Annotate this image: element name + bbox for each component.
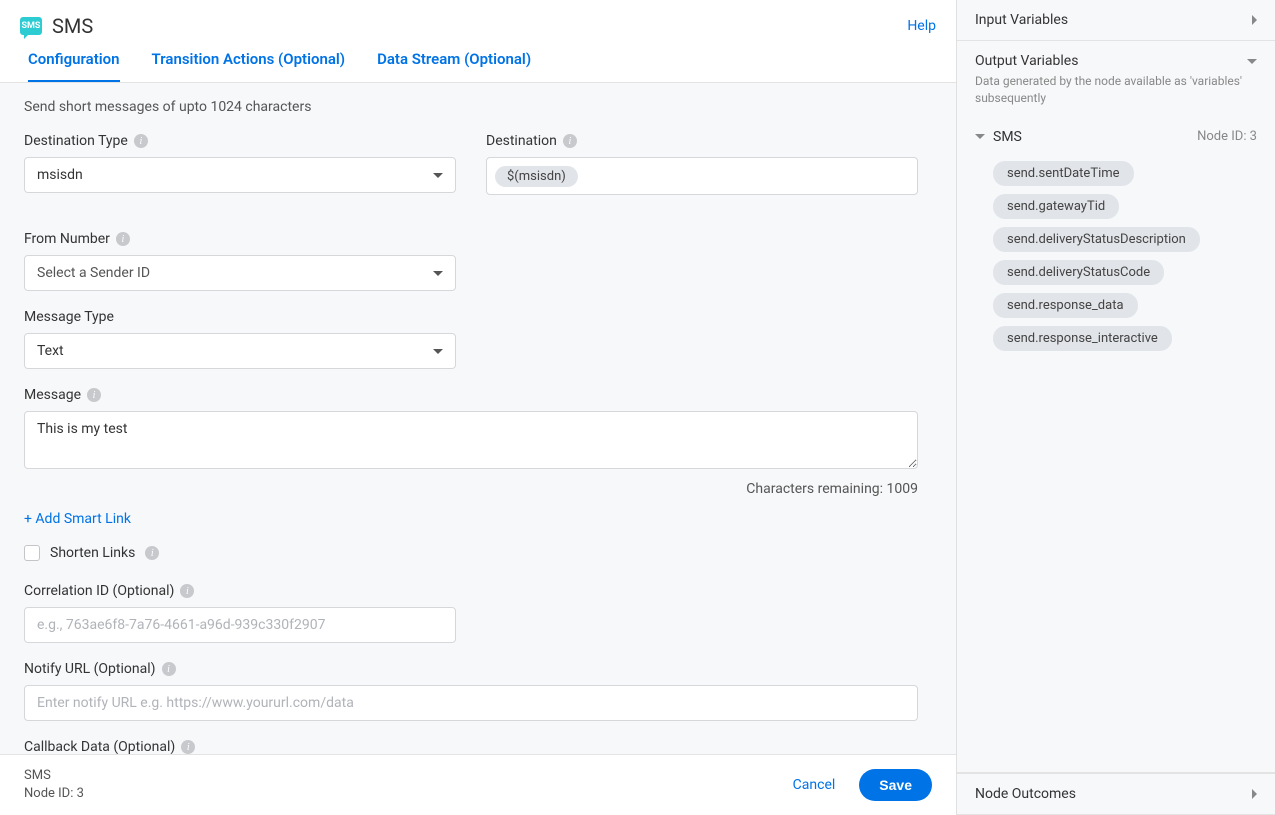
add-smart-link[interactable]: + Add Smart Link bbox=[24, 511, 131, 527]
info-icon[interactable]: i bbox=[134, 134, 148, 148]
cancel-button[interactable]: Cancel bbox=[793, 777, 836, 793]
chevron-down-icon bbox=[433, 271, 443, 276]
output-node-row[interactable]: SMS Node ID: 3 bbox=[975, 123, 1257, 157]
message-type-select[interactable]: Text bbox=[24, 333, 456, 369]
chevron-right-icon bbox=[1252, 789, 1257, 799]
var-pill[interactable]: send.deliveryStatusCode bbox=[993, 260, 1164, 285]
tab-configuration[interactable]: Configuration bbox=[28, 50, 120, 82]
sidebar: Input Variables Output Variables Data ge… bbox=[957, 0, 1275, 815]
chevron-down-icon bbox=[975, 134, 985, 139]
sms-icon: SMS bbox=[20, 17, 42, 35]
info-icon[interactable]: i bbox=[162, 662, 176, 676]
from-number-select[interactable]: Select a Sender ID bbox=[24, 255, 456, 291]
callback-data-label: Callback Data (Optional) i bbox=[24, 739, 918, 754]
message-type-label: Message Type bbox=[24, 309, 456, 325]
notify-url-label: Notify URL (Optional) i bbox=[24, 661, 918, 677]
info-icon[interactable]: i bbox=[145, 546, 159, 560]
chevron-right-icon bbox=[1252, 15, 1257, 25]
input-variables-header[interactable]: Input Variables bbox=[957, 0, 1275, 40]
info-icon[interactable]: i bbox=[181, 740, 195, 754]
shorten-links-label: Shorten Links bbox=[50, 545, 135, 561]
shorten-links-checkbox[interactable] bbox=[24, 545, 40, 561]
correlation-id-label: Correlation ID (Optional) i bbox=[24, 583, 456, 599]
chevron-down-icon bbox=[433, 349, 443, 354]
info-icon[interactable]: i bbox=[87, 388, 101, 402]
char-remaining: Characters remaining: 1009 bbox=[24, 481, 918, 497]
destination-type-select[interactable]: msisdn bbox=[24, 157, 456, 193]
tab-data-stream[interactable]: Data Stream (Optional) bbox=[377, 50, 531, 82]
var-pill[interactable]: send.response_data bbox=[993, 293, 1138, 318]
notify-url-input[interactable] bbox=[24, 685, 918, 721]
output-node-id: Node ID: 3 bbox=[1197, 129, 1257, 144]
var-pill[interactable]: send.sentDateTime bbox=[993, 161, 1134, 186]
tabs: Configuration Transition Actions (Option… bbox=[0, 50, 956, 83]
destination-token[interactable]: $(msisdn) bbox=[495, 166, 578, 187]
output-variables-header[interactable]: Output Variables bbox=[957, 41, 1275, 73]
info-icon[interactable]: i bbox=[563, 134, 577, 148]
message-textarea[interactable] bbox=[24, 411, 918, 469]
correlation-id-input[interactable] bbox=[24, 607, 456, 643]
content-scroll[interactable]: Send short messages of upto 1024 charact… bbox=[0, 83, 956, 754]
chevron-down-icon bbox=[433, 173, 443, 178]
message-label: Message i bbox=[24, 387, 918, 403]
footer-node-id: Node ID: 3 bbox=[24, 785, 84, 803]
var-pill[interactable]: send.response_interactive bbox=[993, 326, 1172, 351]
help-link[interactable]: Help bbox=[907, 18, 936, 34]
chevron-down-icon bbox=[1247, 59, 1257, 64]
description-text: Send short messages of upto 1024 charact… bbox=[24, 99, 932, 115]
info-icon[interactable]: i bbox=[180, 584, 194, 598]
node-outcomes-header[interactable]: Node Outcomes bbox=[957, 774, 1275, 814]
var-pill[interactable]: send.gatewayTid bbox=[993, 194, 1119, 219]
page-title: SMS bbox=[52, 14, 93, 38]
destination-label: Destination i bbox=[486, 133, 918, 149]
footer: SMS Node ID: 3 Cancel Save bbox=[0, 754, 956, 815]
destination-input[interactable]: $(msisdn) bbox=[486, 157, 918, 195]
tab-transition-actions[interactable]: Transition Actions (Optional) bbox=[152, 50, 346, 82]
footer-node-name: SMS bbox=[24, 767, 84, 785]
destination-type-label: Destination Type i bbox=[24, 133, 456, 149]
from-number-label: From Number i bbox=[24, 231, 456, 247]
info-icon[interactable]: i bbox=[116, 232, 130, 246]
save-button[interactable]: Save bbox=[859, 769, 932, 801]
output-variables-subtext: Data generated by the node available as … bbox=[957, 73, 1275, 117]
header: SMS SMS Help bbox=[0, 0, 956, 50]
var-pill[interactable]: send.deliveryStatusDescription bbox=[993, 227, 1200, 252]
